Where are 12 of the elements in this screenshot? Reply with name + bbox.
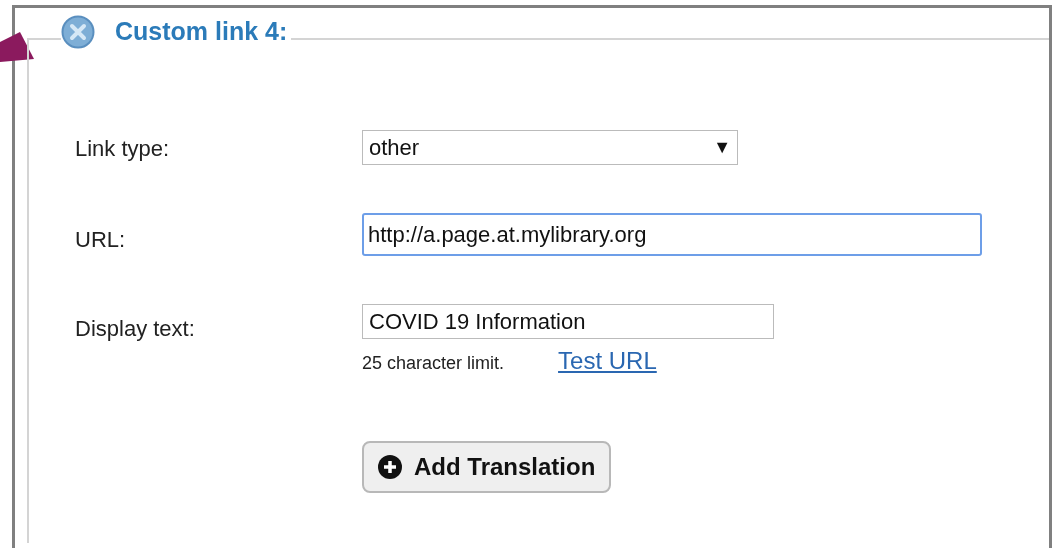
add-translation-button[interactable]: Add Translation bbox=[362, 441, 612, 493]
section-title: Custom link 4: bbox=[115, 18, 288, 46]
field-label: URL: bbox=[74, 226, 127, 254]
plus-icon bbox=[378, 455, 402, 479]
field-label: Display text: bbox=[74, 315, 196, 343]
input-field[interactable]: COVID 19 Information bbox=[362, 304, 774, 339]
hint-text: 25 character limit. bbox=[362, 352, 505, 375]
remove-icon[interactable] bbox=[61, 15, 95, 49]
input-field[interactable]: http://a.page.at.mylibrary.org bbox=[362, 213, 982, 256]
field-label: Link type: bbox=[74, 135, 171, 163]
test-url-link[interactable]: Test URL bbox=[558, 343, 657, 379]
link-type-select[interactable]: other ▼ bbox=[362, 130, 738, 165]
